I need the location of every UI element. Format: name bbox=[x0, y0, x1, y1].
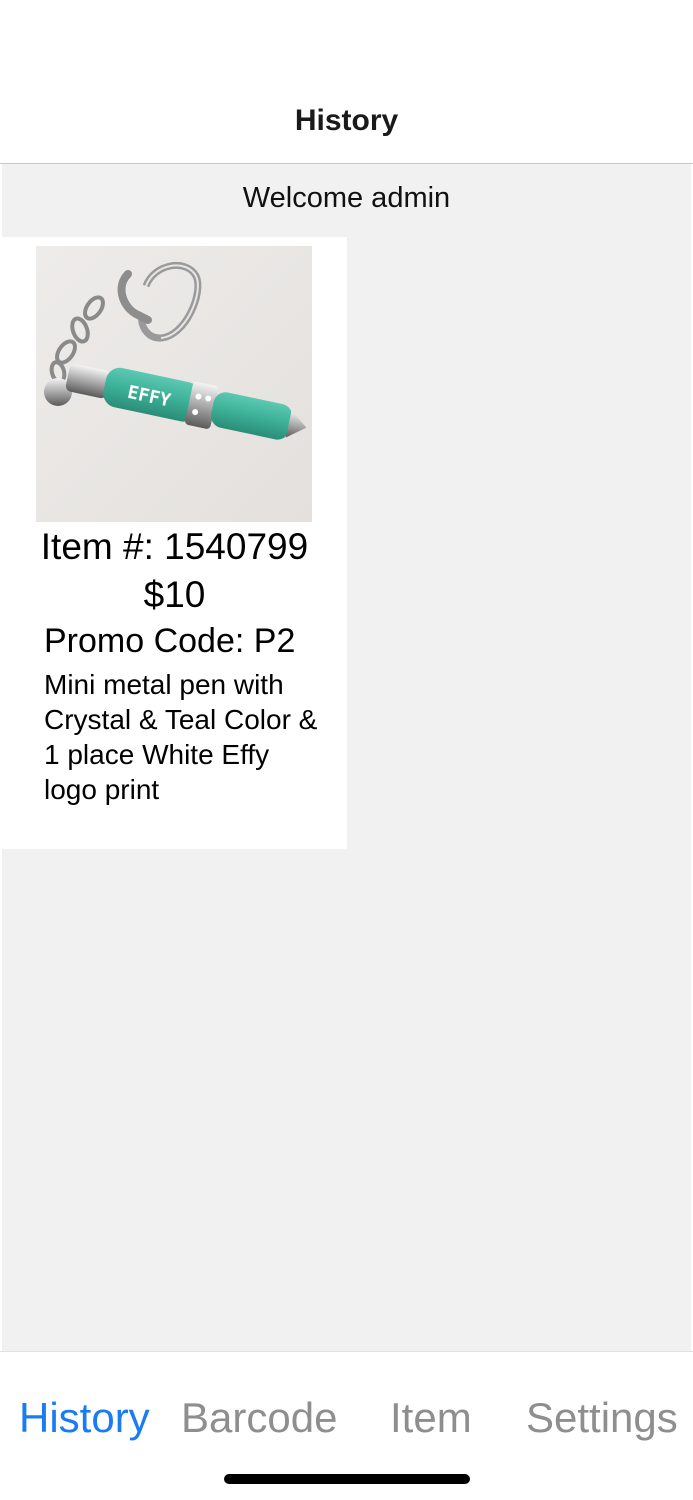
item-description: Mini metal pen with Crystal & Teal Color… bbox=[44, 669, 318, 805]
tab-barcode[interactable]: Barcode bbox=[181, 1394, 337, 1442]
tab-settings[interactable]: Settings bbox=[526, 1394, 678, 1442]
history-content[interactable]: Welcome admin EFFY Item #: 1540799 $10 P… bbox=[2, 164, 691, 1351]
product-image: EFFY bbox=[36, 246, 312, 522]
pen-keychain-image: EFFY bbox=[36, 246, 312, 522]
promo-code: Promo Code: P2 bbox=[44, 622, 296, 660]
item-number: Item #: 1540799 bbox=[40, 526, 309, 567]
item-price: $10 bbox=[143, 574, 206, 615]
welcome-message: Welcome admin bbox=[242, 182, 451, 214]
home-indicator[interactable] bbox=[224, 1474, 470, 1484]
page-title: History bbox=[294, 104, 399, 137]
tab-item[interactable]: Item bbox=[390, 1394, 472, 1442]
history-item-card[interactable]: EFFY Item #: 1540799 $10 Promo Code: P2 … bbox=[2, 237, 347, 849]
tab-history[interactable]: History bbox=[19, 1394, 150, 1442]
app-screen: History Welcome admin EFFY Item #: 15407… bbox=[0, 0, 693, 1500]
navigation-bar: History bbox=[0, 0, 693, 164]
